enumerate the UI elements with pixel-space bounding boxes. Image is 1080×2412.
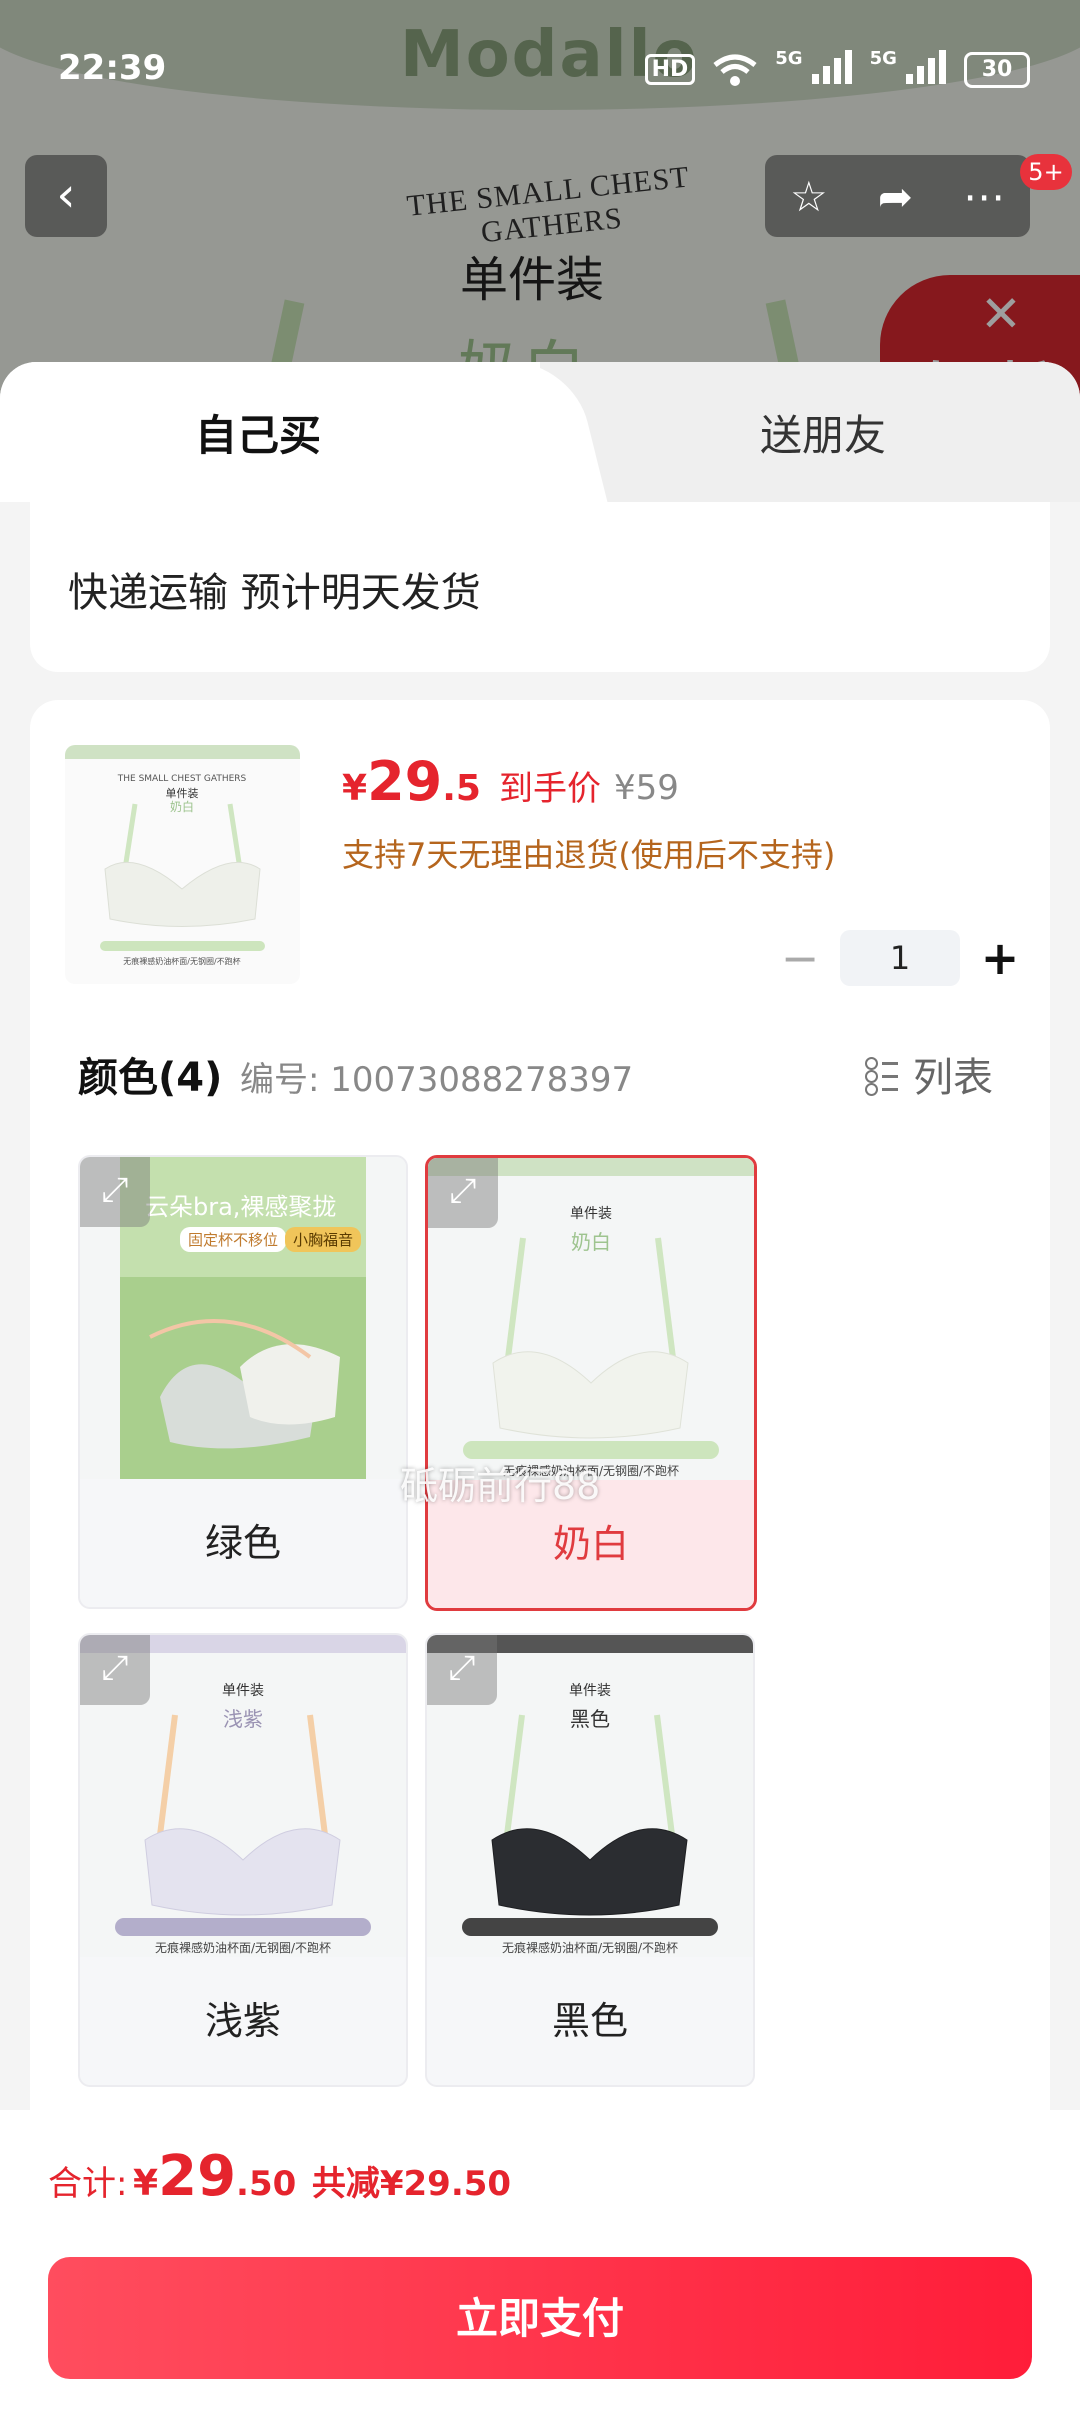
shipping-info: 快递运输 预计明天发货 [30, 502, 1050, 672]
hd-icon: HD [644, 54, 696, 85]
decrease-button[interactable]: − [770, 931, 830, 985]
product-card: THE SMALL CHEST GATHERS 单件装 奶白 无痕裸感奶油杯面/… [30, 700, 1050, 2270]
favorite-star-icon[interactable]: ☆ [790, 172, 828, 221]
option-caption: 云朵bra,裸感聚拢 [145, 1193, 337, 1221]
purchase-tabs: 自己买 送朋友 [0, 362, 1080, 502]
increase-button[interactable]: + [970, 931, 1030, 985]
color-option-milk-white[interactable]: ⤢ 单件装 奶白 无痕裸感奶油杯面/无钢圈/不跑杯 奶白 [425, 1155, 757, 1611]
battery-icon: 30 [964, 51, 1030, 88]
list-icon [865, 1057, 899, 1096]
top-actions: ☆ ➦ ⋯ [765, 155, 1030, 237]
quantity-stepper: − 1 + [770, 928, 1030, 988]
final-price: ¥29.5 到手价 [342, 750, 601, 813]
color-option-green[interactable]: ⤢ 云朵bra,裸感聚拢 固定杯不移位 小胸福音 绿色 [78, 1155, 408, 1609]
svg-text:奶白: 奶白 [170, 799, 194, 814]
svg-text:THE SMALL CHEST GATHERS: THE SMALL CHEST GATHERS [117, 774, 247, 784]
product-thumbnail[interactable]: THE SMALL CHEST GATHERS 单件装 奶白 无痕裸感奶油杯面/… [65, 745, 300, 984]
option-label: 绿色 [204, 1521, 281, 1565]
option-label: 浅紫 [204, 1999, 281, 2043]
bra-image: THE SMALL CHEST GATHERS 单件装 奶白 无痕裸感奶油杯面/… [100, 774, 265, 966]
expand-icon[interactable]: ⤢ [80, 1157, 150, 1227]
list-view-button[interactable]: 列表 [865, 1045, 993, 1103]
feature-chip-2: 小胸福音 [285, 1227, 362, 1252]
list-label: 列表 [913, 1055, 993, 1101]
share-icon[interactable]: ➦ [878, 172, 913, 221]
cart-badge: 5+ [1020, 154, 1072, 190]
user-watermark: 砥砺前行88 [400, 1464, 601, 1508]
total-bar: 合计: ¥29.50 共减¥29.50 [0, 2110, 1080, 2252]
total-amount: 合计: ¥29.50 共减¥29.50 [48, 2144, 512, 2209]
svg-text:无痕裸感奶油杯面/无钢圈/不跑杯: 无痕裸感奶油杯面/无钢圈/不跑杯 [123, 956, 240, 966]
purchase-sheet: 自己买 送朋友 快递运输 预计明天发货 THE SMALL CHEST GATH… [0, 362, 1080, 2412]
quantity-value[interactable]: 1 [840, 930, 960, 986]
sku-number: 编号: 10073088278397 [240, 1060, 634, 1100]
pay-bar: 立即支付 [0, 2252, 1080, 2412]
wifi-icon [713, 54, 757, 86]
network-5g-icon: 5G [775, 48, 852, 91]
original-price: ¥59 [614, 768, 679, 808]
feature-chip-1: 固定杯不移位 [180, 1227, 287, 1252]
option-label: 黑色 [551, 1999, 628, 2043]
color-option-black[interactable]: ⤢ 单件装 黑色 无痕裸感奶油杯面/无钢圈/不跑杯 黑色 [425, 1633, 755, 2087]
pay-now-button[interactable]: 立即支付 [48, 2257, 1032, 2379]
discount-text: 共减¥29.50 [311, 2164, 512, 2204]
shipping-text: 快递运输 预计明天发货 [68, 570, 481, 616]
network-5g-icon-2: 5G [870, 48, 946, 91]
expand-icon[interactable]: ⤢ [80, 1635, 150, 1705]
color-title: 颜色(4) [78, 1055, 223, 1101]
color-option-light-purple[interactable]: ⤢ 单件装 浅紫 无痕裸感奶油杯面/无钢圈/不跑杯 浅紫 [78, 1633, 408, 2087]
svg-text:单件装: 单件装 [166, 787, 199, 800]
expand-icon[interactable]: ⤢ [427, 1635, 497, 1705]
status-icons: HD 5G 5G 30 [644, 48, 1030, 91]
more-icon[interactable]: ⋯ [963, 172, 1005, 221]
status-bar: 22:39 HD 5G 5G 30 [0, 0, 1080, 140]
tab-send-to-friend[interactable]: 送朋友 [760, 402, 886, 463]
back-button[interactable]: ‹ [25, 155, 107, 237]
status-time: 22:39 [58, 48, 167, 88]
tab-buy-for-self[interactable]: 自己买 [195, 402, 321, 463]
expand-icon[interactable]: ⤢ [428, 1158, 498, 1228]
return-policy: 支持7天无理由退货(使用后不支持) [342, 836, 836, 874]
price-tag: 到手价 [498, 769, 601, 809]
